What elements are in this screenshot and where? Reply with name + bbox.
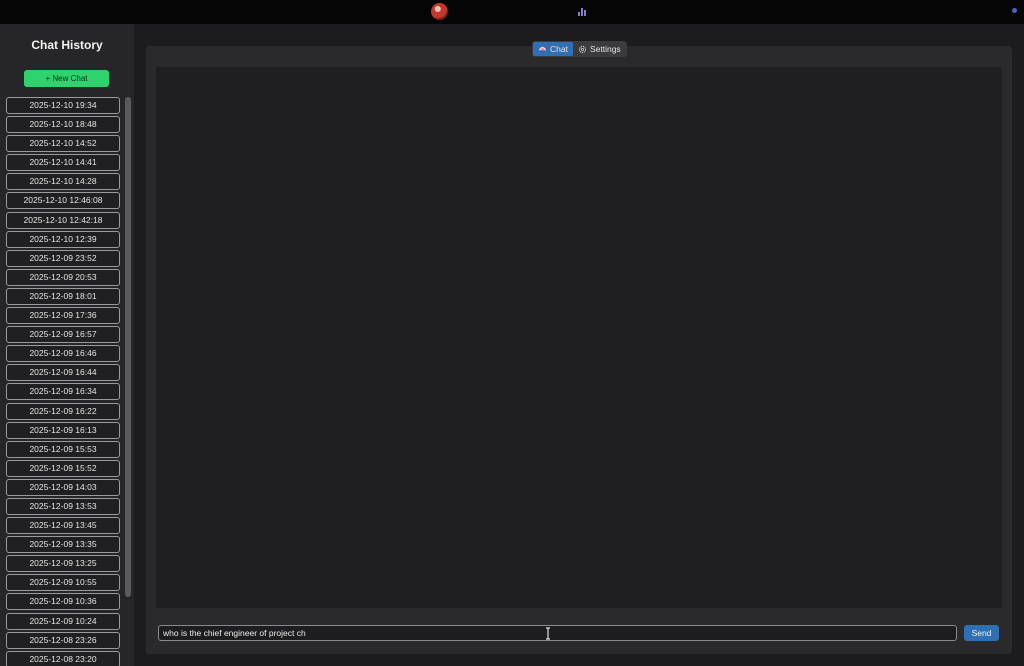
chat-history-item[interactable]: 2025-12-09 20:53 xyxy=(6,268,120,286)
chat-history-item[interactable]: 2025-12-09 17:36 xyxy=(6,307,120,325)
tab-settings-label: Settings xyxy=(589,44,621,54)
tab-settings[interactable]: Settings xyxy=(573,42,626,56)
chat-history-item[interactable]: 2025-12-09 16:46 xyxy=(6,345,120,363)
bar-chart-icon xyxy=(578,7,588,16)
chat-history-item[interactable]: 2025-12-09 10:36 xyxy=(6,593,120,611)
chat-history-item[interactable]: 2025-12-10 12:46:08 xyxy=(6,192,120,210)
chat-history-item[interactable]: 2025-12-09 13:35 xyxy=(6,536,120,554)
chat-history-item[interactable]: 2025-12-09 13:53 xyxy=(6,497,120,515)
chat-history-list: 2025-12-10 19:34 2025-12-10 18:48 2025-12-… xyxy=(6,97,122,666)
chat-history-item[interactable]: 2025-12-09 10:55 xyxy=(6,574,120,592)
chat-history-item[interactable]: 2025-12-10 19:34 xyxy=(6,97,120,114)
chat-history-item[interactable]: 2025-12-09 16:34 xyxy=(6,383,120,401)
new-chat-button[interactable]: + New Chat xyxy=(24,70,109,87)
text-cursor-icon xyxy=(546,627,550,640)
history-scrollbar[interactable] xyxy=(125,97,131,597)
chat-history-item[interactable]: 2025-12-09 16:13 xyxy=(6,421,120,439)
top-bar xyxy=(0,0,1024,24)
tab-chat[interactable]: Chat xyxy=(533,42,573,56)
status-dot-icon xyxy=(1012,8,1017,13)
chat-history-item[interactable]: 2025-12-09 18:01 xyxy=(6,287,120,305)
chat-history-item[interactable]: 2025-12-09 16:22 xyxy=(6,402,120,420)
chat-history-item[interactable]: 2025-12-09 16:44 xyxy=(6,364,120,382)
chat-history-item[interactable]: 2025-12-09 15:53 xyxy=(6,440,120,458)
chat-history-item[interactable]: 2025-12-10 12:39 xyxy=(6,230,120,248)
chat-history-item[interactable]: 2025-12-09 13:45 xyxy=(6,517,120,535)
chat-history-item[interactable]: 2025-12-08 23:26 xyxy=(6,631,120,649)
chat-history-item[interactable]: 2025-12-09 10:24 xyxy=(6,612,120,630)
app-logo-icon xyxy=(431,3,448,20)
chat-history-item[interactable]: 2025-12-10 14:28 xyxy=(6,173,120,191)
send-button[interactable]: Send xyxy=(964,625,999,641)
chat-history-item[interactable]: 2025-12-08 23:20 xyxy=(6,650,120,666)
chat-history-item[interactable]: 2025-12-09 14:03 xyxy=(6,478,120,496)
chat-history-item[interactable]: 2025-12-10 14:41 xyxy=(6,154,120,172)
tab-chat-label: Chat xyxy=(550,44,568,54)
message-input[interactable] xyxy=(158,625,957,641)
chat-history-item[interactable]: 2025-12-10 12:42:18 xyxy=(6,211,120,229)
chat-history-item[interactable]: 2025-12-09 16:57 xyxy=(6,326,120,344)
tab-bar: Chat Settings xyxy=(532,41,627,57)
chat-icon xyxy=(538,46,547,50)
chat-history-item[interactable]: 2025-12-09 23:52 xyxy=(6,249,120,267)
gear-icon xyxy=(578,45,587,53)
chat-history-item[interactable]: 2025-12-10 18:48 xyxy=(6,116,120,134)
sidebar-title: Chat History xyxy=(31,38,103,52)
chat-history-item[interactable]: 2025-12-10 14:52 xyxy=(6,135,120,153)
sidebar: Chat History + New Chat 2025-12-10 19:34… xyxy=(0,24,134,666)
chat-history-item[interactable]: 2025-12-09 13:25 xyxy=(6,555,120,573)
chat-history-item[interactable]: 2025-12-09 15:52 xyxy=(6,459,120,477)
chat-messages-area xyxy=(156,67,1002,608)
